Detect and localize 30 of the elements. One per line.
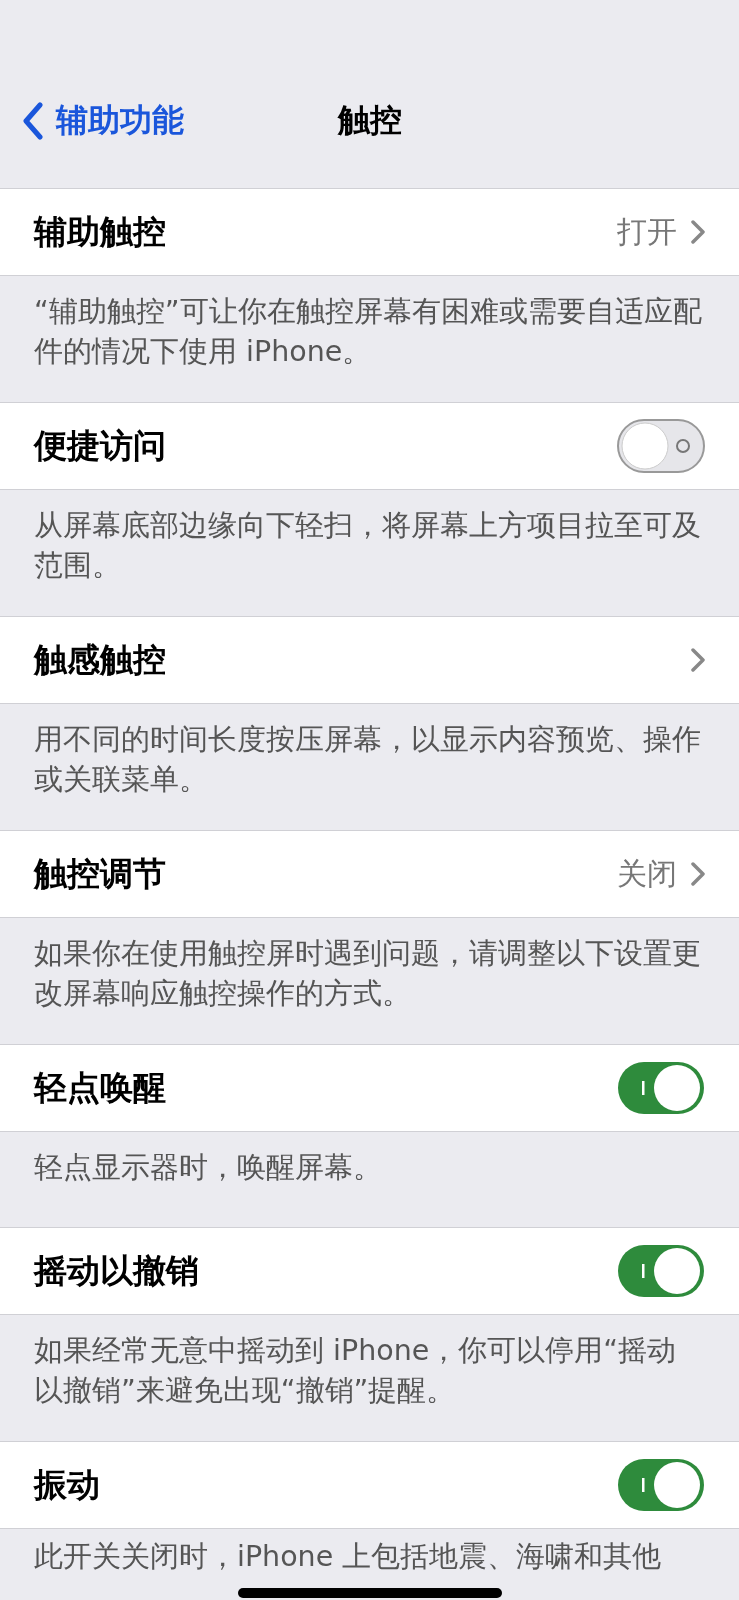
chevron-icon <box>691 862 705 886</box>
row-label: 触感触控 <box>34 638 167 681</box>
row-label: 摇动以撤销 <box>34 1249 200 1292</box>
settings-row[interactable]: 轻点唤醒 <box>0 1044 739 1132</box>
row-label: 辅助触控 <box>34 210 167 253</box>
footer-note: 如果你在使用触控屏时遇到问题，请调整以下设置更改屏幕响应触控操作的方式。 <box>34 937 701 1010</box>
footer-note: 如果经常无意中摇动到 iPhone，你可以停用“摇动以撤销”来避免出现“撤销”提醒。 <box>34 1334 677 1407</box>
footer-note: “辅助触控”可让你在触控屏幕有困难或需要自适应配件的情况下使用 iPhone。 <box>34 295 702 368</box>
row-value: 打开 <box>617 212 677 251</box>
row-label: 便捷访问 <box>34 424 167 467</box>
row-label: 轻点唤醒 <box>34 1066 167 1109</box>
chevron-icon <box>691 648 705 672</box>
footer-note: 轻点显示器时，唤醒屏幕。 <box>34 1151 382 1184</box>
footer-note: 用不同的时间长度按压屏幕，以显示内容预览、操作或关联菜单。 <box>34 723 701 796</box>
settings-row[interactable]: 摇动以撤销 <box>0 1227 739 1315</box>
back-chevron-icon <box>22 102 44 140</box>
row-label: 触控调节 <box>34 852 167 895</box>
settings-row[interactable]: 便捷访问 <box>0 402 739 490</box>
footer-note: 从屏幕底部边缘向下轻扫，将屏幕上方项目拉至可及范围。 <box>34 509 701 582</box>
settings-row[interactable]: 振动 <box>0 1441 739 1529</box>
settings-row[interactable]: 触感触控 <box>0 616 739 704</box>
back-button[interactable]: 辅助功能 <box>22 99 184 143</box>
footer-note: 此开关关闭时，iPhone 上包括地震、海啸和其他 <box>34 1540 662 1573</box>
row-value: 关闭 <box>617 854 677 893</box>
row-label: 振动 <box>34 1463 101 1506</box>
toggle-switch[interactable] <box>617 419 705 473</box>
chevron-icon <box>691 220 705 244</box>
settings-row[interactable]: 触控调节 关闭 <box>0 830 739 918</box>
page-title: 触控 <box>337 101 402 139</box>
settings-row[interactable]: 辅助触控 打开 <box>0 188 739 276</box>
